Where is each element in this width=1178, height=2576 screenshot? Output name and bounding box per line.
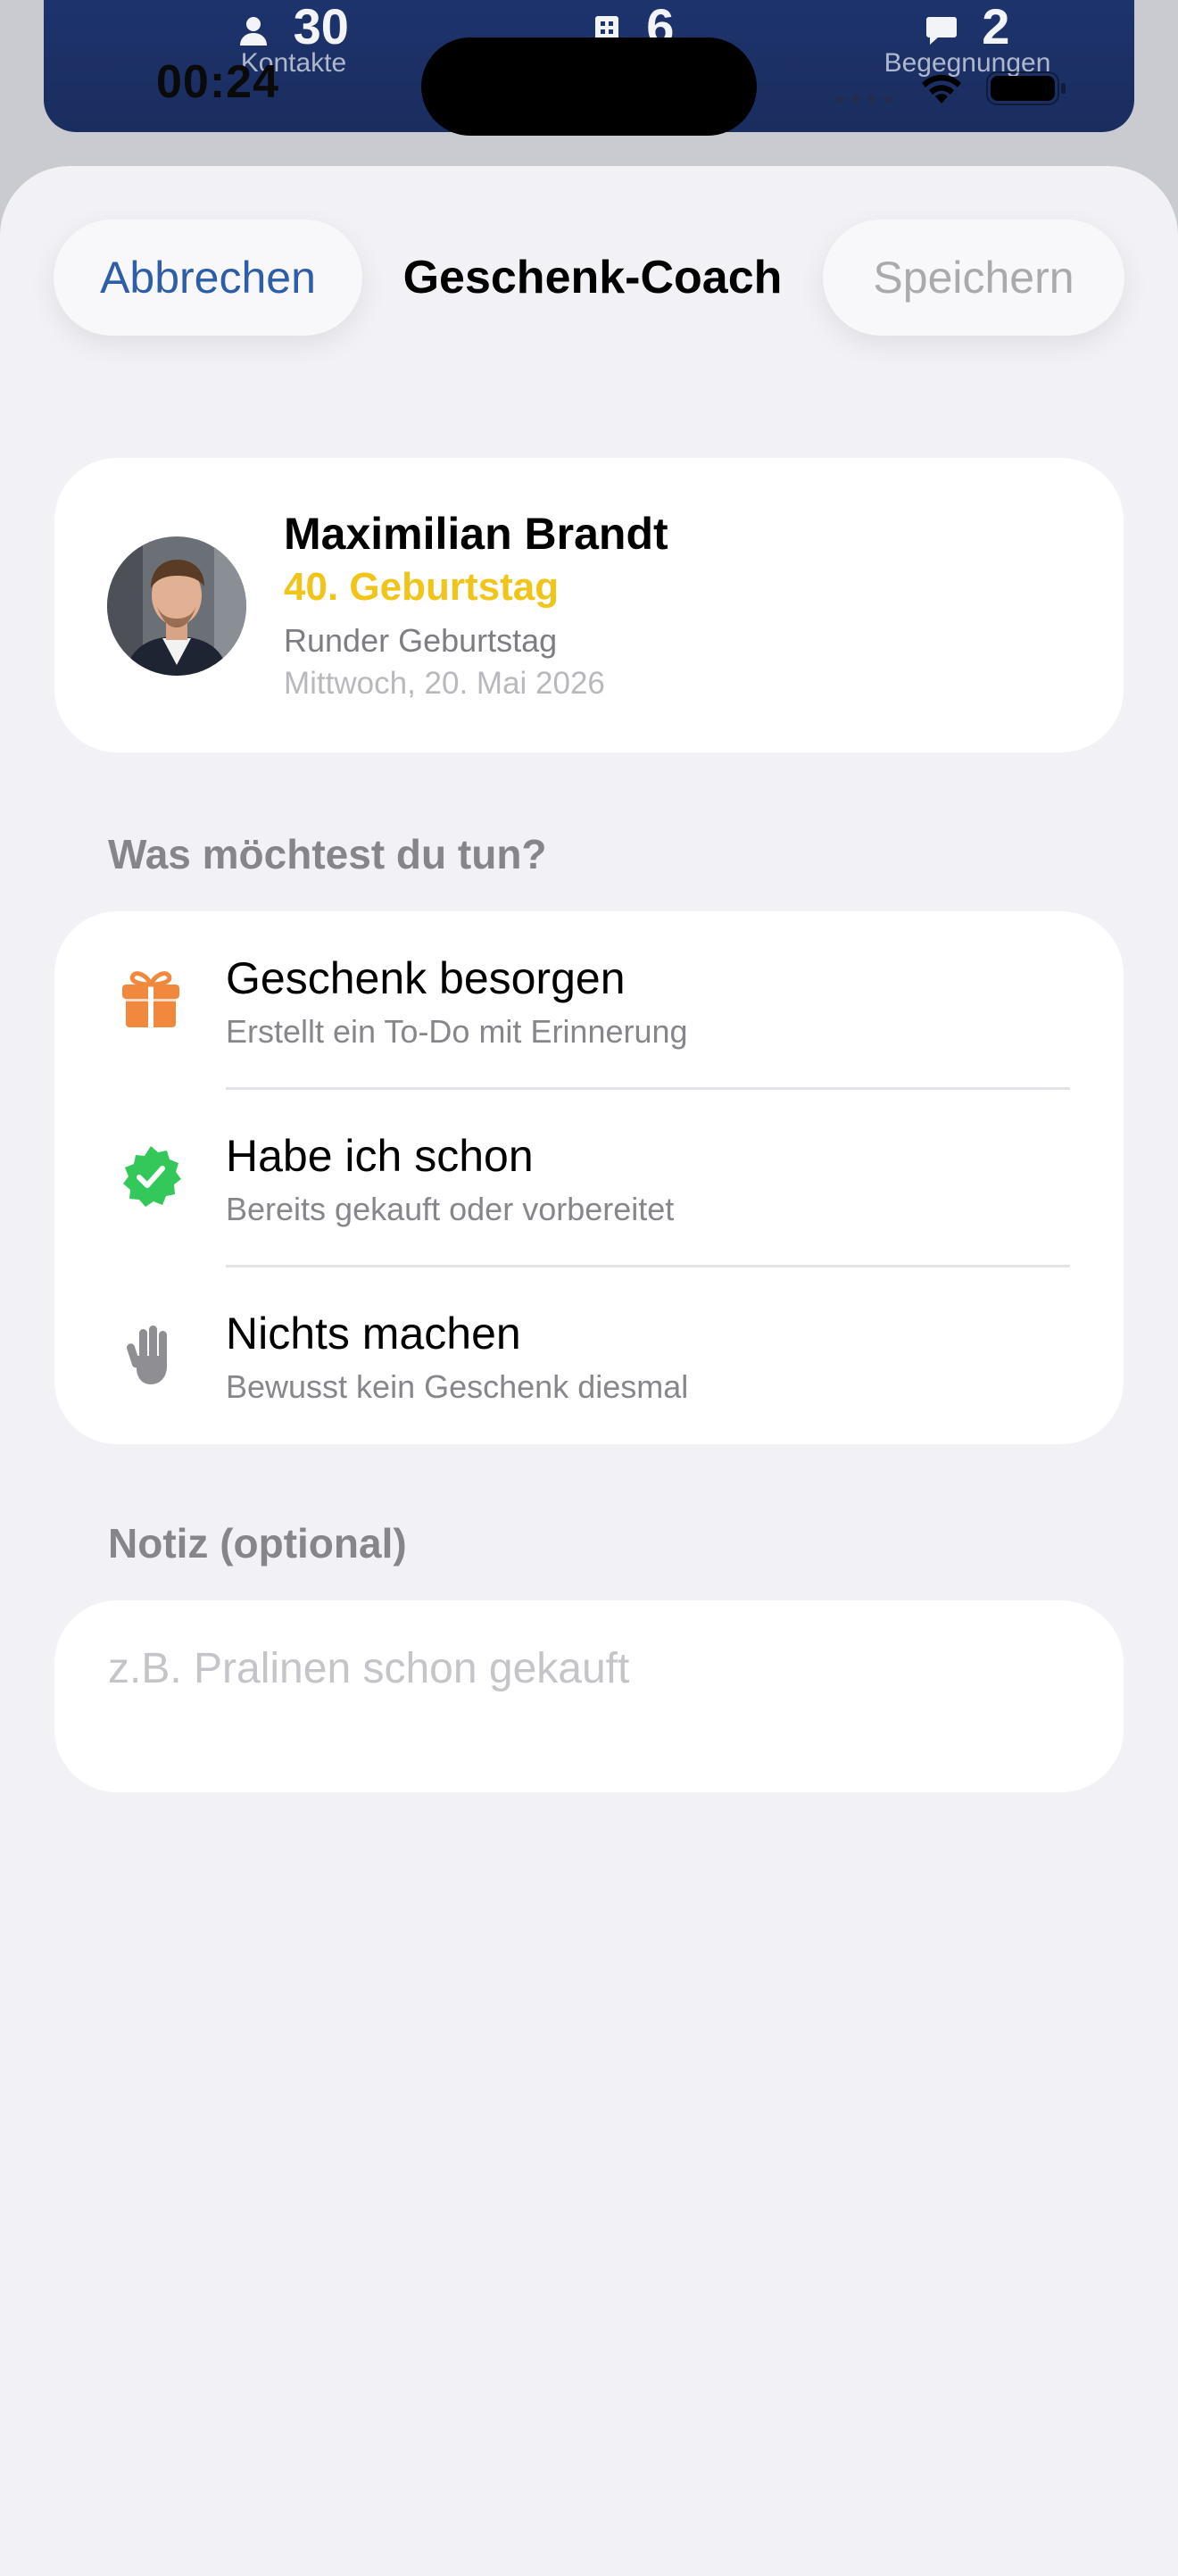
hand-raised-icon [117,1320,185,1388]
person-name: Maximilian Brandt [284,509,668,559]
wifi-icon [917,70,966,110]
stat-value: 30 [293,0,349,54]
sheet-title: Geschenk-Coach [402,252,783,303]
status-time: 00:24 [156,56,279,108]
option-title: Nichts machen [226,1309,521,1359]
speech-bubble-icon [925,0,983,54]
gift-coach-sheet: Abbrechen Geschenk-Coach Speichern Maxim… [0,166,1178,2576]
avatar [107,536,246,676]
actions-heading: Was möchtest du tun? [108,831,547,877]
person-icon [238,0,294,54]
option-subtitle: Erstellt ein To-Do mit Erinnerung [226,1013,688,1050]
gift-icon [117,965,185,1033]
dynamic-island [421,37,757,136]
occasion-type: Runder Geburtstag [284,622,558,659]
note-input[interactable] [108,1633,1070,1704]
battery-icon [986,71,1066,110]
checkmark-seal-icon [117,1143,185,1210]
occasion-date: Mittwoch, 20. Mai 2026 [284,666,605,701]
status-icons [834,70,1075,105]
option-subtitle: Bereits gekauft oder vorbereitet [226,1191,675,1227]
option-subtitle: Bewusst kein Geschenk diesmal [226,1368,689,1405]
option-already-have[interactable]: Habe ich schon Bereits gekauft oder vorb… [54,1089,1124,1267]
option-do-nothing[interactable]: Nichts machen Bewusst kein Geschenk dies… [54,1267,1124,1444]
stat-value: 2 [982,0,1010,54]
option-title: Habe ich schon [226,1131,534,1181]
option-title: Geschenk besorgen [226,953,626,1003]
note-heading: Notiz (optional) [108,1520,407,1566]
option-buy-gift[interactable]: Geschenk besorgen Erstellt ein To-Do mit… [54,911,1124,1089]
note-card [54,1600,1124,1792]
signal-icon [834,93,899,109]
actions-list: Geschenk besorgen Erstellt ein To-Do mit… [54,911,1124,1444]
cancel-button[interactable]: Abbrechen [54,220,362,336]
occasion-title: 40. Geburtstag [284,565,560,609]
person-card: Maximilian Brandt 40. Geburtstag Runder … [54,458,1124,752]
save-button[interactable]: Speichern [823,220,1124,336]
